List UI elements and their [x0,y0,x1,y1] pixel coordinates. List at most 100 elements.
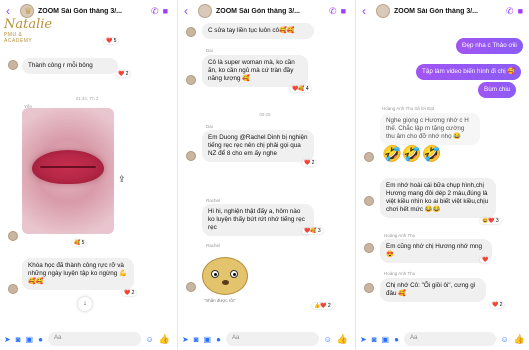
avatar[interactable] [364,283,374,293]
composer-bar: ➤ ◙ ▣ ● Aa ☺ 👍 [356,328,529,350]
microphone-icon[interactable]: ● [38,335,43,344]
camera-icon[interactable]: ◙ [16,335,21,344]
my-message-bubble[interactable]: Đẹp nha c Thảo ơiii [456,38,523,54]
message-bubble[interactable]: Cô là super woman mà, ko cần ăn, ko cần … [202,55,308,87]
microphone-icon[interactable]: ● [216,335,221,344]
message-input[interactable]: Aa [47,332,141,346]
chat-panel-3: ‹ ZOOM Sài Gòn tháng 3/... ✆ ■ Đẹp nha c… [355,0,529,350]
reply-label: Hoàng Anh Thu trả lời Đạt [382,106,435,111]
reaction-badge[interactable]: ❤️ 2 [302,160,317,166]
timestamp: 21:34, Th 2 [75,96,99,101]
avatar[interactable] [186,27,196,37]
my-message-bubble[interactable]: Bùm chiu [478,82,517,98]
dog-sticker[interactable] [202,257,248,295]
message-input[interactable]: Aa [403,332,496,346]
back-arrow-icon[interactable]: ‹ [184,4,194,18]
logo-subtitle: PMU & ACADEMY [4,32,33,44]
chat-panel-1: ‹ ZOOM Sài Gòn tháng 3/... ✆ ■ ♛ Natalie… [0,0,174,350]
chat-header: ‹ ZOOM Sài Gòn tháng 3/... ✆ ■ [178,0,352,22]
sender-name: Dai [206,48,213,53]
share-icon[interactable]: ⇪ [118,174,126,185]
avatar[interactable] [364,152,374,162]
emoji-icon[interactable]: ☺ [146,335,154,344]
message-bubble[interactable]: Hi hi, nghiện thật đấy a, hôm nào ko luy… [202,204,314,236]
send-arrow-icon[interactable]: ➤ [360,335,367,344]
natalie-logo: ♛ Natalie PMU & ACADEMY [4,6,52,56]
message-bubble[interactable]: Em nhớ hoài cái bữa chụp hình,chị Hương … [380,178,496,218]
message-bubble[interactable]: Em cũng nhớ chị Hương nhớ mng 😍 [380,239,492,263]
sender-name: Rachel [206,198,221,203]
avatar[interactable] [8,284,18,294]
reaction-badge[interactable]: ❤️ 2 [116,71,131,77]
group-avatar[interactable] [376,4,390,18]
phone-icon[interactable]: ✆ [506,6,514,17]
avatar[interactable] [8,231,18,241]
logo-name: Natalie [4,17,53,32]
image-icon[interactable]: ▣ [26,335,34,344]
avatar[interactable] [8,60,18,70]
avatar[interactable] [186,151,196,161]
scroll-down-button[interactable]: ↓ [78,297,92,311]
reaction-badge[interactable]: ❤️ 2 [122,290,137,296]
sender-name: Hoàng Anh Thu [384,271,416,276]
lip-photo[interactable] [22,108,114,234]
chat-panel-2: ‹ ZOOM Sài Gòn tháng 3/... ✆ ■ C sửa tay… [177,0,352,350]
message-input[interactable]: Aa [225,332,319,346]
timestamp: 09:25 [259,112,271,117]
back-arrow-icon[interactable]: ‹ [362,4,372,18]
chat-title[interactable]: ZOOM Sài Gòn tháng 3/... [38,8,147,15]
image-icon[interactable]: ▣ [382,335,390,344]
emoji-icon[interactable]: ☺ [324,335,332,344]
phone-icon[interactable]: ✆ [151,6,159,17]
camera-icon[interactable]: ◙ [372,335,377,344]
image-icon[interactable]: ▣ [204,335,212,344]
reaction-badge[interactable]: ❤️🥰 4 [290,86,311,92]
composer-bar: ➤ ◙ ▣ ● Aa ☺ 👍 [178,328,352,350]
message-bubble[interactable]: Thành công r mỗi bông [22,58,118,74]
send-arrow-icon[interactable]: ➤ [182,335,189,344]
crown-icon: ♛ [23,6,33,16]
phone-icon[interactable]: ✆ [329,6,337,17]
my-message-bubble[interactable]: Tập làm video biến hình đi chị 🥰 [416,64,522,80]
reaction-badge[interactable]: ❤️ 2 [490,302,505,308]
reaction-badge[interactable]: ❤️ 5 [104,38,119,44]
avatar[interactable] [186,282,196,292]
emoji-message[interactable]: 🤣🤣🤣 [382,144,442,164]
sticker-nose [222,280,229,285]
like-icon[interactable]: 👍 [514,334,525,345]
sender-name: Rachel [206,243,221,248]
avatar[interactable] [186,75,196,85]
chat-header: ‹ ZOOM Sài Gòn tháng 3/... ✆ ■ [356,0,529,22]
message-bubble[interactable]: Chị nhớ Cô: "Ối giồi ôi", cưng gì đâu 🥰 [380,278,486,302]
group-avatar[interactable] [198,4,212,18]
sticker-caption: "nhân được rồi" [204,298,236,303]
avatar[interactable] [364,196,374,206]
video-call-icon[interactable]: ■ [518,6,523,16]
sticker-eye [230,270,238,278]
video-call-icon[interactable]: ■ [341,6,346,16]
chat-title[interactable]: ZOOM Sài Gòn tháng 3/... [216,8,325,15]
lips-image [32,150,104,184]
sender-name: Dai [206,124,213,129]
chat-title[interactable]: ZOOM Sài Gòn tháng 3/... [394,8,502,15]
reaction-badge[interactable]: 🥰 5 [72,240,87,246]
message-bubble[interactable]: Em Duong @Rachel Dinh bị nghiện tiếng rẹ… [202,130,314,162]
message-bubble[interactable]: Khóa học đã thành công rực rỡ và những n… [22,258,134,290]
reaction-badge[interactable]: 👍❤️ 2 [312,303,333,309]
microphone-icon[interactable]: ● [394,335,399,344]
quoted-message[interactable]: Nghe giọng c Hương nhớ c H thế. Chắc lập… [380,113,480,145]
video-call-icon[interactable]: ■ [163,6,168,16]
send-arrow-icon[interactable]: ➤ [4,335,11,344]
reaction-badge[interactable]: ❤️ [480,257,491,263]
message-bubble[interactable]: C sửa tay liền tục luôn cô🥰🥰 [202,23,314,39]
sticker-eye [211,270,219,278]
reaction-badge[interactable]: ❤️🥰 3 [302,228,323,234]
reaction-badge[interactable]: 😆❤️ 3 [480,218,501,224]
avatar[interactable] [364,243,374,253]
sender-name: Hoàng Anh Thu [384,233,416,238]
like-icon[interactable]: 👍 [159,334,170,345]
emoji-icon[interactable]: ☺ [501,335,509,344]
composer-bar: ➤ ◙ ▣ ● Aa ☺ 👍 [0,328,174,350]
camera-icon[interactable]: ◙ [194,335,199,344]
like-icon[interactable]: 👍 [337,334,348,345]
